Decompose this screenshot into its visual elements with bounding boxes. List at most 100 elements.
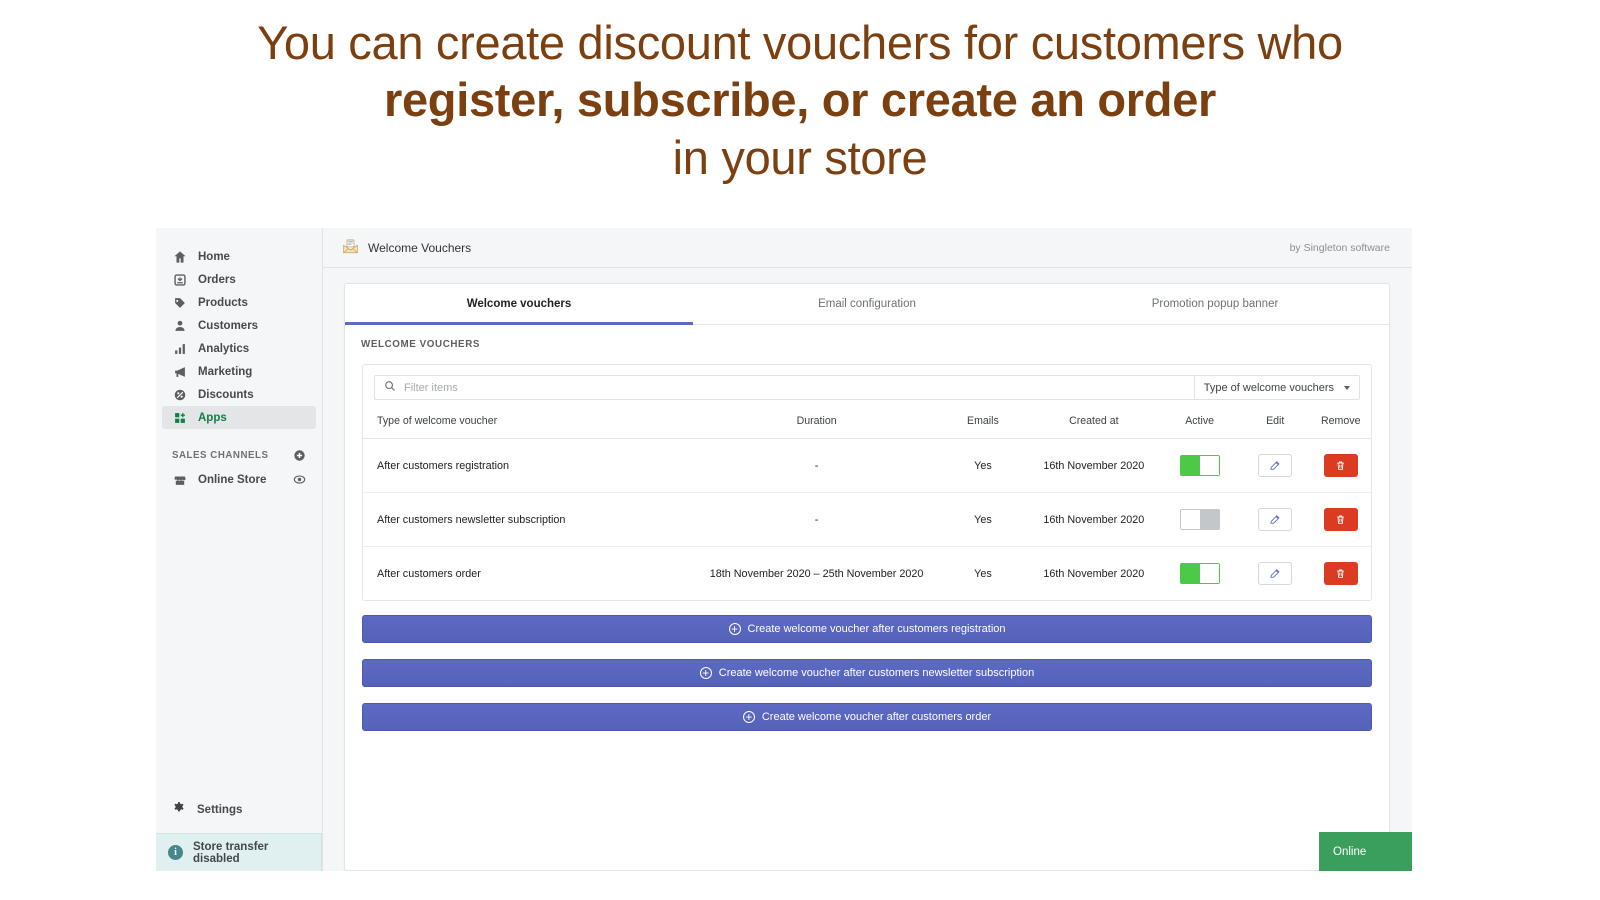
sidebar-item-apps[interactable]: Apps xyxy=(162,406,316,429)
cell-duration: - xyxy=(695,438,938,493)
table-head: Type of welcome voucher Duration Emails … xyxy=(363,409,1371,439)
toggle-knob xyxy=(1199,456,1219,475)
sales-channels-header: SALES CHANNELS xyxy=(162,445,316,465)
remove-button[interactable] xyxy=(1323,454,1358,477)
search-box[interactable] xyxy=(374,375,1194,400)
sidebar-item-label: Products xyxy=(198,296,248,309)
column-header-active: Active xyxy=(1159,409,1240,439)
status-badge[interactable]: Online xyxy=(1319,832,1412,871)
app-title: Welcome Vouchers xyxy=(342,238,471,258)
remove-button[interactable] xyxy=(1323,562,1358,585)
sidebar-item-customers[interactable]: Customers xyxy=(162,314,316,337)
shopify-admin-screenshot: Home Orders Products Customers Analytics xyxy=(156,228,1412,871)
voucher-type-select-label: Type of welcome vouchers xyxy=(1203,381,1334,394)
create-voucher-order-button[interactable]: + Create welcome voucher after customers… xyxy=(362,703,1372,731)
create-voucher-registration-button[interactable]: + Create welcome voucher after customers… xyxy=(362,615,1372,643)
sales-channels-title: SALES CHANNELS xyxy=(172,449,269,461)
sidebar-item-settings[interactable]: Settings xyxy=(162,798,316,821)
tab-promotion-popup-banner[interactable]: Promotion popup banner xyxy=(1041,284,1389,324)
cell-remove xyxy=(1310,438,1371,493)
gear-icon xyxy=(172,801,186,818)
sidebar-bottom: Settings i Store transfer disabled xyxy=(156,798,322,871)
cta-label: Create welcome voucher after customers o… xyxy=(761,711,992,723)
cell-duration: 18th November 2020 – 25th November 2020 xyxy=(709,567,924,580)
sidebar-item-label: Online Store xyxy=(198,473,267,486)
sidebar: Home Orders Products Customers Analytics xyxy=(156,228,323,871)
cell-edit xyxy=(1240,547,1311,601)
column-header-duration: Duration xyxy=(695,409,938,439)
store-transfer-banner[interactable]: i Store transfer disabled xyxy=(156,833,322,871)
analytics-bars-icon xyxy=(172,341,187,356)
sidebar-item-marketing[interactable]: Marketing xyxy=(162,360,316,383)
tab-email-configuration[interactable]: Email configuration xyxy=(693,284,1041,324)
active-toggle[interactable] xyxy=(1179,509,1220,530)
plus-circle-icon: + xyxy=(728,623,741,635)
cell-emails: Yes xyxy=(974,567,992,580)
sidebar-item-orders[interactable]: Orders xyxy=(162,268,316,291)
voucher-type-select[interactable]: Type of welcome vouchers xyxy=(1193,375,1360,400)
storefront-icon xyxy=(172,472,187,487)
remove-button[interactable] xyxy=(1323,508,1358,531)
edit-button[interactable] xyxy=(1258,508,1293,531)
cell-type: After customers registration xyxy=(363,438,696,493)
sidebar-item-label: Analytics xyxy=(198,342,250,355)
cta-label: Create welcome voucher after customers r… xyxy=(747,623,1006,635)
customers-person-icon xyxy=(172,318,187,333)
cell-created-at: 16th November 2020 xyxy=(1043,567,1145,580)
cell-remove xyxy=(1310,547,1371,601)
trash-icon xyxy=(1337,461,1345,470)
headline-line-3: in your store xyxy=(672,130,928,184)
sidebar-item-label: Orders xyxy=(198,273,236,286)
pencil-icon xyxy=(1270,460,1280,470)
sidebar-item-home[interactable]: Home xyxy=(162,245,316,268)
headline: You can create discount vouchers for cus… xyxy=(0,0,1600,186)
content-area: Welcome vouchers Email configuration Pro… xyxy=(323,268,1412,871)
search-icon xyxy=(384,379,396,397)
settings-label: Settings xyxy=(197,803,243,816)
chevron-down-icon xyxy=(1344,385,1350,390)
apps-grid-icon xyxy=(172,410,187,425)
cell-edit xyxy=(1239,492,1311,547)
sidebar-item-label: Marketing xyxy=(198,365,253,378)
column-header-edit: Edit xyxy=(1239,409,1311,439)
sidebar-item-discounts[interactable]: Discounts xyxy=(162,383,316,406)
sidebar-item-label: Home xyxy=(198,250,230,263)
search-input[interactable] xyxy=(404,381,1185,394)
cell-created-at: 16th November 2020 xyxy=(1028,438,1160,493)
cell-created-at: 16th November 2020 xyxy=(1028,492,1160,547)
plus-circle-icon: + xyxy=(742,711,755,723)
app-title-text: Welcome Vouchers xyxy=(368,240,472,255)
tab-welcome-vouchers[interactable]: Welcome vouchers xyxy=(345,284,693,325)
cell-active xyxy=(1159,438,1240,493)
discounts-icon xyxy=(172,387,187,402)
headline-line-2: register, subscribe, or create an order xyxy=(383,73,1217,127)
sidebar-item-online-store[interactable]: Online Store xyxy=(162,468,316,491)
sidebar-item-label: Apps xyxy=(198,411,227,424)
status-badge-label: Online xyxy=(1333,845,1367,858)
edit-button[interactable] xyxy=(1258,454,1293,477)
sidebar-item-products[interactable]: Products xyxy=(162,291,316,314)
filter-row: Type of welcome vouchers xyxy=(363,365,1371,409)
pencil-icon xyxy=(1270,568,1280,578)
trash-icon xyxy=(1337,515,1345,524)
active-toggle[interactable] xyxy=(1179,455,1220,476)
cell-active xyxy=(1159,547,1240,601)
cell-emails: Yes xyxy=(937,438,1029,493)
app-byline: by Singleton software xyxy=(1289,241,1390,254)
headline-line-1: You can create discount vouchers for cus… xyxy=(257,16,1343,69)
vouchers-table-card: Type of welcome vouchers Type of welcome… xyxy=(362,364,1372,601)
info-icon: i xyxy=(168,845,183,860)
active-toggle[interactable] xyxy=(1179,563,1220,584)
sidebar-item-analytics[interactable]: Analytics xyxy=(162,337,316,360)
main-card: Welcome vouchers Email configuration Pro… xyxy=(344,283,1390,871)
cta-label: Create welcome voucher after customers n… xyxy=(718,667,1035,679)
plus-circle-icon[interactable] xyxy=(293,449,306,462)
marketing-megaphone-icon xyxy=(172,364,187,379)
create-voucher-newsletter-button[interactable]: + Create welcome voucher after customers… xyxy=(362,659,1372,687)
toggle-knob xyxy=(1199,564,1219,583)
products-tag-icon xyxy=(172,295,187,310)
eye-icon[interactable] xyxy=(293,473,306,486)
edit-button[interactable] xyxy=(1258,562,1293,585)
pencil-icon xyxy=(1270,514,1280,524)
app-header: Welcome Vouchers by Singleton software xyxy=(323,228,1412,268)
